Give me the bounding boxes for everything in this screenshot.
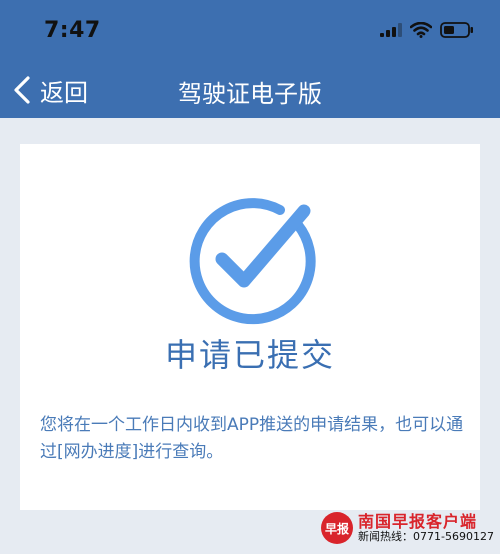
top-bar: 7:47 返回 驾驶证电子版 xyxy=(0,0,500,118)
status-bar: 7:47 xyxy=(0,0,500,62)
cellular-signal-icon xyxy=(380,23,402,37)
battery-icon xyxy=(440,22,473,38)
watermark-logo: 早报 xyxy=(321,512,354,544)
check-circle-icon xyxy=(189,198,316,325)
watermark-name: 南国早报客户端 xyxy=(358,512,478,532)
back-label: 返回 xyxy=(40,78,88,107)
status-icons xyxy=(380,22,474,38)
watermark-hotline: 新闻热线：0771-5690127 xyxy=(358,529,494,543)
watermark: 早报 南国早报客户端 新闻热线：0771-5690127 xyxy=(321,512,494,544)
back-button[interactable]: 返回 xyxy=(10,70,88,110)
watermark-text: 南国早报客户端 新闻热线：0771-5690127 xyxy=(358,513,494,543)
result-description: 您将在一个工作日内收到APP推送的申请结果，也可以通过[网办进度]进行查询。 xyxy=(40,415,464,462)
wifi-icon xyxy=(410,22,432,38)
result-title: 申请已提交 xyxy=(164,336,335,374)
chevron-left-icon xyxy=(14,76,30,104)
result-card: 申请已提交 您将在一个工作日内收到APP推送的申请结果，也可以通过[网办进度]进… xyxy=(20,144,480,510)
nav-bar: 返回 驾驶证电子版 xyxy=(0,62,500,118)
status-time: 7:47 xyxy=(44,18,101,43)
